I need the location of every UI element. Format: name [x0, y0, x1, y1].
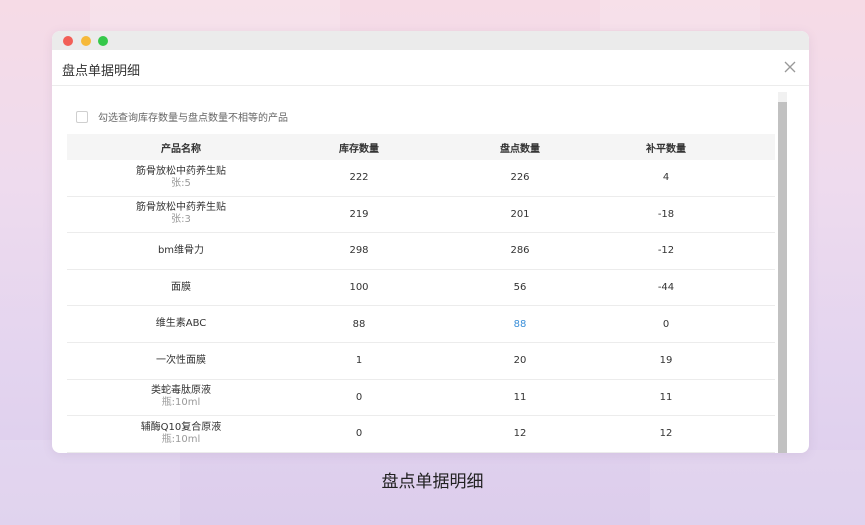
window-close-dot[interactable]: [63, 36, 73, 46]
counted-qty: 11: [513, 391, 527, 403]
dialog-content: 勾选查询库存数量与盘点数量不相等的产品 产品名称 库存数量 盘点数量 补平数量 …: [52, 87, 809, 453]
table-row: 筋骨放松中药养生贴 张:5 222 226 4: [67, 160, 775, 197]
filter-checkbox[interactable]: [76, 110, 88, 123]
stock-qty: 100: [349, 282, 369, 294]
stock-qty: 0: [355, 428, 363, 440]
product-cell: 维生素ABC: [67, 318, 295, 330]
stock-qty: 222: [349, 172, 369, 184]
product-name: 辅酶Q10复合原液: [140, 421, 222, 433]
product-unit: 瓶:10ml: [161, 397, 201, 409]
table-row: 辅酶Q10复合原液 瓶:10ml 0 12 12: [67, 416, 775, 453]
table-row: 面膜 100 56 -44: [67, 270, 775, 307]
page-caption: 盘点单据明细: [381, 472, 484, 492]
window-maximize-dot[interactable]: [98, 36, 108, 46]
table-row: 一次性面膜 1 20 19: [67, 343, 775, 380]
adjust-qty: 11: [659, 391, 673, 403]
product-name: 类蛇毒肽原液: [151, 385, 211, 397]
counted-qty: 12: [513, 428, 527, 440]
dialog-title: 盘点单据明细: [62, 64, 141, 79]
product-cell: 面膜: [67, 282, 295, 294]
table-row: 类蛇毒肽原液 瓶:10ml 0 11 11: [67, 380, 775, 417]
counted-qty-highlighted: 88: [513, 318, 527, 330]
product-cell: bm维骨力: [67, 245, 295, 257]
product-unit: 张:5: [171, 177, 191, 189]
counted-qty: 226: [510, 172, 530, 184]
counted-qty: 56: [513, 282, 527, 294]
stock-qty: 219: [349, 208, 369, 220]
counted-qty: 20: [513, 355, 527, 367]
product-name: 一次性面膜: [156, 354, 206, 366]
stock-qty: 88: [352, 318, 366, 330]
header-adjust-qty: 补平数量: [646, 143, 686, 155]
product-unit: 张:3: [171, 214, 191, 226]
table-row: bm维骨力 298 286 -12: [67, 233, 775, 270]
background-block: [600, 0, 760, 30]
product-cell: 类蛇毒肽原液 瓶:10ml: [67, 385, 295, 409]
vertical-scrollbar[interactable]: [778, 92, 787, 453]
stock-qty: 1: [355, 355, 363, 367]
adjust-qty: -12: [657, 245, 675, 257]
stock-qty: 298: [349, 245, 369, 257]
product-name: 面膜: [171, 281, 191, 293]
counted-qty: 201: [510, 208, 530, 220]
header-stock-qty: 库存数量: [339, 143, 379, 155]
product-cell: 一次性面膜: [67, 355, 295, 367]
adjust-qty: -44: [657, 282, 675, 294]
window-minimize-dot[interactable]: [81, 36, 91, 46]
header-counted-qty: 盘点数量: [500, 143, 540, 155]
product-cell: 筋骨放松中药养生贴 张:3: [67, 202, 295, 226]
detail-table: 产品名称 库存数量 盘点数量 补平数量 筋骨放松中药养生贴 张:5 222 22…: [67, 134, 775, 453]
adjust-qty: 12: [659, 428, 673, 440]
adjust-qty: 0: [662, 318, 670, 330]
dialog-header: 盘点单据明细: [52, 50, 809, 86]
dialog-window: 盘点单据明细 勾选查询库存数量与盘点数量不相等的产品 产品名称 库存数量 盘点数…: [52, 31, 809, 453]
table-header: 产品名称 库存数量 盘点数量 补平数量: [67, 134, 775, 160]
product-cell: 筋骨放松中药养生贴 张:5: [67, 166, 295, 190]
filter-row: 勾选查询库存数量与盘点数量不相等的产品: [76, 109, 288, 124]
table-row: 筋骨放松中药养生贴 张:3 219 201 -18: [67, 197, 775, 234]
product-name: bm维骨力: [157, 244, 205, 256]
adjust-qty: -18: [657, 208, 675, 220]
header-product-name: 产品名称: [161, 143, 201, 155]
product-unit: 瓶:10ml: [161, 433, 201, 445]
adjust-qty: 19: [659, 355, 673, 367]
adjust-qty: 4: [662, 172, 670, 184]
close-icon[interactable]: [783, 60, 797, 74]
scroll-up-arrow-icon[interactable]: [779, 93, 786, 106]
counted-qty: 286: [510, 245, 530, 257]
stock-qty: 0: [355, 391, 363, 403]
table-row: 维生素ABC 88 88 0: [67, 306, 775, 343]
product-name: 维生素ABC: [155, 318, 207, 330]
filter-label: 勾选查询库存数量与盘点数量不相等的产品: [98, 113, 288, 124]
scrollbar-thumb[interactable]: [778, 102, 787, 453]
product-name: 筋骨放松中药养生贴: [136, 165, 226, 177]
product-cell: 辅酶Q10复合原液 瓶:10ml: [67, 422, 295, 446]
product-name: 筋骨放松中药养生贴: [136, 202, 226, 214]
window-titlebar: [52, 31, 809, 50]
